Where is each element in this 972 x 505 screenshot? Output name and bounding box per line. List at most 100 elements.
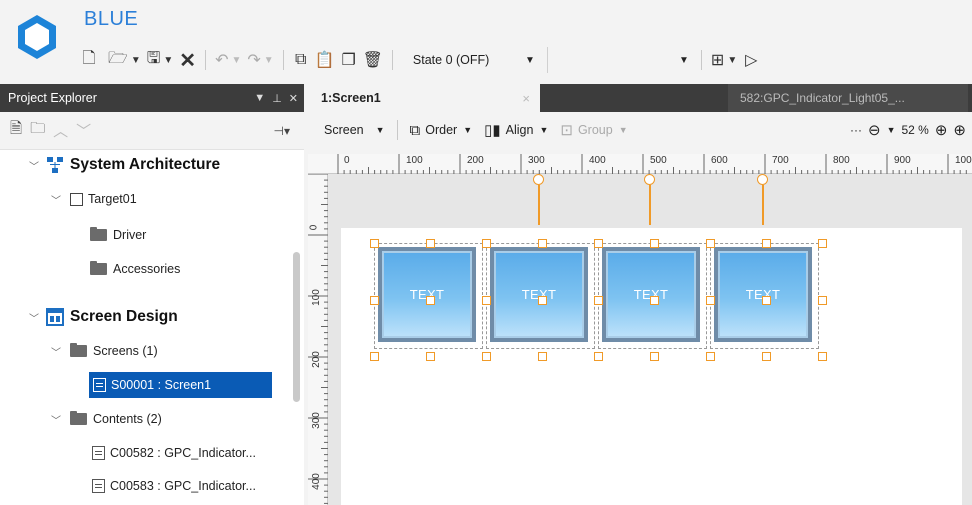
resize-handle[interactable] bbox=[706, 296, 715, 305]
zoom-value[interactable]: 52 % bbox=[901, 123, 928, 137]
layout-icon[interactable]: ⊞ ▼ bbox=[708, 47, 740, 73]
save-icon[interactable]: 🖫 ▼ bbox=[144, 47, 177, 73]
chevron-down-icon[interactable]: ﹀ bbox=[50, 192, 62, 207]
dropdown-icon[interactable]: ▼ bbox=[254, 92, 265, 105]
tree-item-accessories[interactable]: Accessories bbox=[90, 257, 180, 281]
document-icon bbox=[93, 378, 106, 392]
tree-scrollbar[interactable] bbox=[293, 252, 300, 402]
more-icon[interactable]: ··· bbox=[850, 123, 862, 137]
zoom-fit-icon[interactable]: ⊕ bbox=[953, 121, 966, 139]
indicator-button[interactable]: TEXT bbox=[378, 247, 476, 342]
screen-dropdown[interactable]: Screen ▼ bbox=[320, 117, 389, 143]
chevron-down-icon[interactable]: ﹀ bbox=[50, 412, 62, 427]
resize-handle[interactable] bbox=[818, 352, 827, 361]
object-select[interactable]: ▼ bbox=[546, 47, 695, 73]
resize-handle[interactable] bbox=[650, 352, 659, 361]
tree-item-system-architecture[interactable]: ﹀ System Architecture bbox=[28, 153, 220, 177]
ruler-label: 600 bbox=[711, 155, 728, 166]
resize-handle[interactable] bbox=[594, 239, 603, 248]
run-icon[interactable]: ▷ bbox=[740, 47, 762, 73]
resize-handle[interactable] bbox=[370, 352, 379, 361]
resize-handle[interactable] bbox=[594, 296, 603, 305]
ruler-label: 800 bbox=[833, 155, 850, 166]
chevron-down-icon[interactable]: ﹀ bbox=[50, 344, 62, 359]
resize-handle[interactable] bbox=[370, 296, 379, 305]
main-toolbar: 🗋 🗁 ▼ 🖫 ▼ ✕ ↶ ▼ ↷ ▼ ⧉ 📋 ❐ 🗑 State 0 (OFF) ▼ … bbox=[78, 45, 762, 75]
tree-item-c00583[interactable]: C00583 : GPC_Indicator... bbox=[92, 474, 256, 498]
chevron-down-icon[interactable]: ﹀ bbox=[28, 158, 40, 173]
add-item-icon[interactable]: 🗎 bbox=[10, 118, 22, 143]
group-button[interactable]: ⊡ Group ▼ bbox=[556, 117, 631, 143]
resize-handle[interactable] bbox=[650, 296, 659, 305]
indicator-button[interactable]: TEXT bbox=[490, 247, 588, 342]
trash-icon[interactable]: 🗑 bbox=[360, 47, 386, 73]
resize-handle[interactable] bbox=[426, 352, 435, 361]
tree-item-target01[interactable]: ﹀ Target01 bbox=[50, 187, 137, 211]
resize-handle[interactable] bbox=[762, 296, 771, 305]
ruler-label: 0 bbox=[344, 155, 350, 166]
tab-screen1[interactable]: 1:Screen1 × bbox=[308, 84, 540, 112]
resize-handle[interactable] bbox=[482, 296, 491, 305]
tree-item-c00582[interactable]: C00582 : GPC_Indicator... bbox=[92, 441, 256, 465]
delete-icon[interactable]: ✕ bbox=[176, 47, 199, 73]
state-select[interactable]: State 0 (OFF) bbox=[399, 47, 517, 73]
zoom-out-icon[interactable]: ⊖ bbox=[868, 121, 881, 139]
order-button[interactable]: ⧉ Order ▼ bbox=[406, 117, 477, 143]
undo-icon[interactable]: ↶ ▼ bbox=[212, 47, 244, 73]
indicator-button[interactable]: TEXT bbox=[602, 247, 700, 342]
rotation-handle[interactable] bbox=[644, 174, 655, 185]
redo-icon[interactable]: ↷ ▼ bbox=[244, 47, 276, 73]
resize-handle[interactable] bbox=[818, 296, 827, 305]
resize-handle[interactable] bbox=[818, 239, 827, 248]
pin-icon[interactable]: ⊥ bbox=[272, 92, 282, 105]
rotation-handle[interactable] bbox=[533, 174, 544, 185]
add-folder-icon[interactable]: 🗀 bbox=[30, 118, 45, 143]
resize-handle[interactable] bbox=[762, 352, 771, 361]
resize-handle[interactable] bbox=[482, 352, 491, 361]
indicator-button[interactable]: TEXT bbox=[714, 247, 812, 342]
rotation-handle[interactable] bbox=[757, 174, 768, 185]
chevron-down-icon[interactable]: ▼ bbox=[517, 47, 543, 73]
move-up-icon[interactable]: ︿ bbox=[53, 120, 68, 141]
screen-editor: 1:Screen1 × 582:GPC_Indicator_Light05_..… bbox=[308, 84, 972, 505]
panel-toolbar: 🗎 🗀 ︿ ﹀ ⊣▾ bbox=[0, 112, 304, 150]
resize-handle[interactable] bbox=[538, 239, 547, 248]
tree-label: Screen Design bbox=[70, 308, 178, 325]
tab-indicator-light[interactable]: 582:GPC_Indicator_Light05_... bbox=[728, 84, 968, 112]
close-icon[interactable]: × bbox=[522, 91, 530, 106]
chevron-down-icon[interactable]: ﹀ bbox=[28, 310, 40, 325]
resize-handle[interactable] bbox=[538, 352, 547, 361]
resize-handle[interactable] bbox=[650, 239, 659, 248]
duplicate-icon[interactable]: ❐ bbox=[338, 47, 360, 73]
close-icon[interactable]: ✕ bbox=[289, 92, 298, 105]
resize-handle[interactable] bbox=[594, 352, 603, 361]
resize-handle[interactable] bbox=[426, 296, 435, 305]
zoom-in-icon[interactable]: ⊕ bbox=[935, 121, 948, 139]
new-file-icon[interactable]: 🗋 bbox=[78, 47, 100, 73]
tree-item-screen-design[interactable]: ﹀ Screen Design bbox=[28, 305, 178, 329]
pin-options-icon[interactable]: ⊣▾ bbox=[274, 124, 290, 138]
blue-logo-icon bbox=[18, 15, 56, 59]
resize-handle[interactable] bbox=[482, 239, 491, 248]
resize-handle[interactable] bbox=[426, 239, 435, 248]
align-button[interactable]: ▯▮ Align ▼ bbox=[480, 117, 552, 143]
paste-icon[interactable]: 📋 bbox=[312, 47, 338, 73]
open-icon[interactable]: 🗁 ▼ bbox=[105, 47, 144, 73]
resize-handle[interactable] bbox=[370, 239, 379, 248]
copy-icon[interactable]: ⧉ bbox=[290, 47, 312, 73]
tree-item-screen1[interactable]: S00001 : Screen1 bbox=[89, 372, 272, 398]
project-explorer-panel: Project Explorer ▼ ⊥ ✕ 🗎 🗀 ︿ ﹀ ⊣▾ ﹀ Syst… bbox=[0, 84, 304, 505]
design-canvas[interactable]: TEXT TEXT TEXT TEXT bbox=[328, 174, 972, 505]
tree-item-screens[interactable]: ﹀ Screens (1) bbox=[50, 339, 158, 363]
resize-handle[interactable] bbox=[762, 239, 771, 248]
tree-label: Screens (1) bbox=[93, 344, 158, 358]
tree-item-driver[interactable]: Driver bbox=[90, 223, 146, 247]
move-down-icon[interactable]: ﹀ bbox=[76, 120, 91, 141]
tree-item-contents[interactable]: ﹀ Contents (2) bbox=[50, 407, 162, 431]
order-label: Order bbox=[425, 123, 458, 137]
resize-handle[interactable] bbox=[706, 239, 715, 248]
group-icon: ⊡ bbox=[560, 122, 573, 139]
resize-handle[interactable] bbox=[706, 352, 715, 361]
chevron-down-icon[interactable]: ▼ bbox=[887, 125, 896, 135]
resize-handle[interactable] bbox=[538, 296, 547, 305]
